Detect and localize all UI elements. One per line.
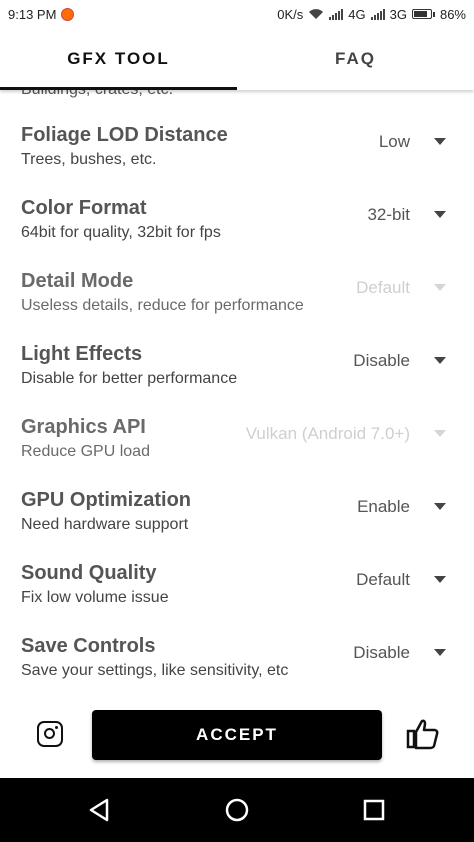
bottom-action-bar: ACCEPT (0, 698, 474, 778)
dropdown-arrow-icon[interactable] (434, 357, 446, 364)
notification-app-icon (61, 7, 75, 21)
settings-list[interactable]: Buildings, crates, etc. Foliage LOD Dist… (0, 90, 474, 698)
network-3g-label: 3G (389, 6, 407, 22)
setting-value-dropdown[interactable]: Low (379, 132, 410, 152)
setting-title: Save Controls (21, 635, 156, 657)
setting-title: Detail Mode (21, 270, 134, 292)
home-icon[interactable] (223, 796, 251, 824)
setting-row-gpu-optimization[interactable]: GPU Optimization Need hardware support E… (0, 489, 474, 562)
setting-desc: Save your settings, like sensitivity, et… (21, 662, 289, 679)
dropdown-arrow-icon[interactable] (434, 576, 446, 583)
setting-title: Sound Quality (21, 562, 157, 584)
setting-row-save-controls[interactable]: Save Controls Save your settings, like s… (0, 635, 474, 698)
setting-row-graphics-api: Graphics API Reduce GPU load Vulkan (And… (0, 416, 474, 489)
setting-value-dropdown[interactable]: Disable (353, 643, 410, 663)
setting-row-light-effects[interactable]: Light Effects Disable for better perform… (0, 343, 474, 416)
setting-title: GPU Optimization (21, 489, 191, 511)
setting-row-color-format[interactable]: Color Format 64bit for quality, 32bit fo… (0, 197, 474, 270)
battery-percent: 86% (439, 6, 466, 22)
wifi-icon (309, 9, 324, 19)
network-4g-label: 4G (348, 6, 366, 22)
setting-row-foliage-lod[interactable]: Foliage LOD Distance Trees, bushes, etc.… (0, 124, 474, 197)
setting-desc: Disable for better performance (21, 370, 238, 387)
tab-gfx-tool[interactable]: GFX TOOL (0, 28, 237, 90)
dropdown-arrow-icon[interactable] (434, 503, 446, 510)
setting-row-sound-quality[interactable]: Sound Quality Fix low volume issue Defau… (0, 562, 474, 635)
system-nav-bar (0, 778, 474, 842)
setting-value-dropdown[interactable]: Enable (357, 497, 410, 517)
back-icon[interactable] (86, 796, 114, 824)
setting-title: Light Effects (21, 343, 143, 365)
instagram-icon[interactable] (37, 721, 63, 747)
tab-bar: GFX TOOL FAQ (0, 28, 474, 90)
setting-desc: Trees, bushes, etc. (21, 151, 157, 168)
setting-title: Foliage LOD Distance (21, 124, 228, 146)
dropdown-arrow-icon[interactable] (434, 211, 446, 218)
dropdown-arrow-icon[interactable] (434, 138, 446, 145)
signal-icon-2 (370, 8, 385, 20)
setting-row-detail-mode: Detail Mode Useless details, reduce for … (0, 270, 474, 343)
setting-desc: Reduce GPU load (21, 443, 150, 460)
status-right: 0K/s 4G 3G 86% (277, 7, 466, 22)
setting-desc: Fix low volume issue (21, 589, 169, 606)
setting-title: Graphics API (21, 416, 146, 438)
setting-title: Color Format (21, 197, 147, 219)
setting-desc: Need hardware support (21, 516, 189, 533)
setting-value-dropdown[interactable]: Disable (353, 351, 410, 371)
battery-icon (411, 9, 435, 19)
dropdown-arrow-icon (434, 430, 446, 437)
status-left: 9:13 PM (8, 6, 75, 22)
status-bar: 9:13 PM 0K/s 4G 3G 86% (0, 0, 474, 28)
setting-value-dropdown[interactable]: Default (356, 570, 410, 590)
setting-value-dropdown[interactable]: 32-bit (367, 205, 410, 225)
accept-button[interactable]: ACCEPT (92, 710, 382, 760)
setting-value-dropdown: Vulkan (Android 7.0+) (245, 424, 410, 443)
dropdown-arrow-icon (434, 284, 446, 291)
setting-value-dropdown: Default (356, 278, 410, 297)
dropdown-arrow-icon[interactable] (434, 649, 446, 656)
signal-icon-1 (329, 8, 344, 20)
status-time: 9:13 PM (8, 6, 57, 22)
thumbs-up-icon[interactable] (406, 718, 440, 750)
network-speed: 0K/s (277, 6, 304, 22)
setting-desc: Useless details, reduce for performance (21, 297, 304, 314)
tab-faq[interactable]: FAQ (237, 28, 474, 90)
setting-desc: 64bit for quality, 32bit for fps (21, 224, 221, 241)
recents-icon[interactable] (360, 796, 388, 824)
setting-desc-cut-off: Buildings, crates, etc. (21, 90, 173, 99)
